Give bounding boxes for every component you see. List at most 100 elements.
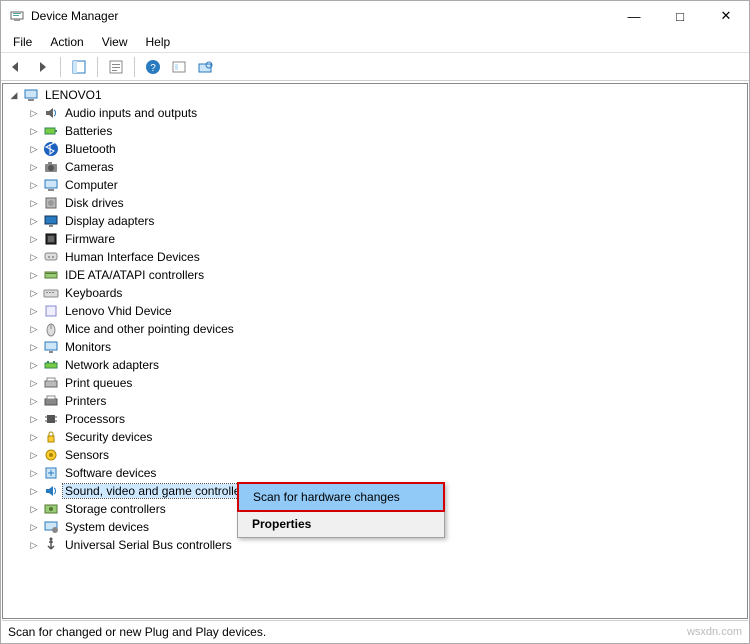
expand-icon[interactable]: ▷ xyxy=(27,268,41,282)
expand-icon[interactable]: ▷ xyxy=(27,538,41,552)
tree-item-bluetooth[interactable]: ▷ Bluetooth xyxy=(3,140,747,158)
computer-icon xyxy=(43,177,59,193)
tree-item-usb[interactable]: ▷ Universal Serial Bus controllers xyxy=(3,536,747,554)
expand-icon[interactable]: ▷ xyxy=(27,160,41,174)
expand-icon[interactable]: ▷ xyxy=(27,286,41,300)
computer-icon xyxy=(23,87,39,103)
expand-icon[interactable]: ▷ xyxy=(27,178,41,192)
expand-icon[interactable]: ▷ xyxy=(27,322,41,336)
scan-hardware-button[interactable] xyxy=(194,56,216,78)
context-properties[interactable]: Properties xyxy=(238,511,444,537)
expand-icon[interactable]: ▷ xyxy=(27,358,41,372)
usb-icon xyxy=(43,537,59,553)
tree-item-label: Keyboards xyxy=(63,286,124,300)
help-button[interactable]: ? xyxy=(142,56,164,78)
status-text: Scan for changed or new Plug and Play de… xyxy=(8,625,266,639)
expand-icon[interactable]: ▷ xyxy=(27,448,41,462)
network-icon xyxy=(43,357,59,373)
menu-file[interactable]: File xyxy=(5,33,40,51)
toolbar-separator xyxy=(134,57,135,77)
expand-icon[interactable]: ▷ xyxy=(27,502,41,516)
camera-icon xyxy=(43,159,59,175)
mouse-icon xyxy=(43,321,59,337)
expand-icon[interactable]: ▷ xyxy=(27,340,41,354)
tree-item-label: Display adapters xyxy=(63,214,156,228)
tree-item-label: Firmware xyxy=(63,232,117,246)
svg-text:?: ? xyxy=(150,63,156,74)
audio-icon xyxy=(43,105,59,121)
tree-item-label: Software devices xyxy=(63,466,158,480)
collapse-icon[interactable]: ◢ xyxy=(7,88,21,102)
tree-item-monitor[interactable]: ▷ Monitors xyxy=(3,338,747,356)
tree-root[interactable]: ◢ LENOVO1 xyxy=(3,86,747,104)
expand-icon[interactable]: ▷ xyxy=(27,376,41,390)
back-button[interactable] xyxy=(5,56,27,78)
tree-item-security[interactable]: ▷Security devices xyxy=(3,428,747,446)
expand-icon[interactable]: ▷ xyxy=(27,520,41,534)
tree-item-display[interactable]: ▷ Display adapters xyxy=(3,212,747,230)
expand-icon[interactable]: ▷ xyxy=(27,250,41,264)
expand-icon[interactable]: ▷ xyxy=(27,412,41,426)
tree-item-ide[interactable]: ▷IDE ATA/ATAPI controllers xyxy=(3,266,747,284)
tree-item-label: Storage controllers xyxy=(63,502,168,516)
show-hide-tree-button[interactable] xyxy=(68,56,90,78)
expand-icon[interactable]: ▷ xyxy=(27,304,41,318)
context-scan-hardware[interactable]: Scan for hardware changes xyxy=(237,482,445,512)
expand-icon[interactable]: ▷ xyxy=(27,484,41,498)
menu-help[interactable]: Help xyxy=(138,33,179,51)
menu-action[interactable]: Action xyxy=(42,33,91,51)
tree-item-battery[interactable]: ▷ Batteries xyxy=(3,122,747,140)
tree-item-software[interactable]: ▷ Software devices xyxy=(3,464,747,482)
tree-item-label: Monitors xyxy=(63,340,113,354)
expand-icon[interactable]: ▷ xyxy=(27,142,41,156)
expand-icon[interactable]: ▷ xyxy=(27,430,41,444)
menu-view[interactable]: View xyxy=(94,33,136,51)
tree-item-label: Network adapters xyxy=(63,358,161,372)
monitor-icon xyxy=(43,339,59,355)
tree-item-network[interactable]: ▷ Network adapters xyxy=(3,356,747,374)
maximize-button[interactable]: □ xyxy=(657,1,703,31)
tree-item-camera[interactable]: ▷ Cameras xyxy=(3,158,747,176)
bluetooth-icon xyxy=(43,141,59,157)
tree-item-audio[interactable]: ▷Audio inputs and outputs xyxy=(3,104,747,122)
tree-item-label: Batteries xyxy=(63,124,114,138)
firmware-icon xyxy=(43,231,59,247)
context-menu: Scan for hardware changes Properties xyxy=(237,482,445,538)
tree-root-label: LENOVO1 xyxy=(43,88,104,102)
tree-item-disk[interactable]: ▷Disk drives xyxy=(3,194,747,212)
tree-item-label: Lenovo Vhid Device xyxy=(63,304,174,318)
tree-item-hid[interactable]: ▷Human Interface Devices xyxy=(3,248,747,266)
tree-item-vhid[interactable]: ▷ Lenovo Vhid Device xyxy=(3,302,747,320)
forward-button[interactable] xyxy=(31,56,53,78)
tree-item-firmware[interactable]: ▷ Firmware xyxy=(3,230,747,248)
tree-item-label: Mice and other pointing devices xyxy=(63,322,236,336)
tree-item-printer[interactable]: ▷Printers xyxy=(3,392,747,410)
expand-icon[interactable]: ▷ xyxy=(27,106,41,120)
window-controls: — □ ✕ xyxy=(611,1,749,31)
properties-button[interactable] xyxy=(105,56,127,78)
expand-icon[interactable]: ▷ xyxy=(27,394,41,408)
tree-item-sensor[interactable]: ▷Sensors xyxy=(3,446,747,464)
expand-icon[interactable]: ▷ xyxy=(27,232,41,246)
tree-item-cpu[interactable]: ▷Processors xyxy=(3,410,747,428)
expand-icon[interactable]: ▷ xyxy=(27,124,41,138)
tree-item-label: Bluetooth xyxy=(63,142,118,156)
display-icon xyxy=(43,213,59,229)
tree-item-printqueue[interactable]: ▷Print queues xyxy=(3,374,747,392)
tree-item-label: System devices xyxy=(63,520,151,534)
tree-item-label: Universal Serial Bus controllers xyxy=(63,538,234,552)
minimize-button[interactable]: — xyxy=(611,1,657,31)
expand-icon[interactable]: ▷ xyxy=(27,466,41,480)
toolbar: ? xyxy=(1,53,749,81)
tree-item-keyboard[interactable]: ▷ Keyboards xyxy=(3,284,747,302)
device-tree-panel[interactable]: ◢LENOVO1▷Audio inputs and outputs▷Batter… xyxy=(2,83,748,619)
uninstall-button[interactable] xyxy=(168,56,190,78)
ide-icon xyxy=(43,267,59,283)
expand-icon[interactable]: ▷ xyxy=(27,196,41,210)
expand-icon[interactable]: ▷ xyxy=(27,214,41,228)
tree-item-label: Cameras xyxy=(63,160,116,174)
tree-item-computer[interactable]: ▷Computer xyxy=(3,176,747,194)
menu-bar: File Action View Help xyxy=(1,31,749,53)
close-button[interactable]: ✕ xyxy=(703,1,749,31)
tree-item-mouse[interactable]: ▷ Mice and other pointing devices xyxy=(3,320,747,338)
